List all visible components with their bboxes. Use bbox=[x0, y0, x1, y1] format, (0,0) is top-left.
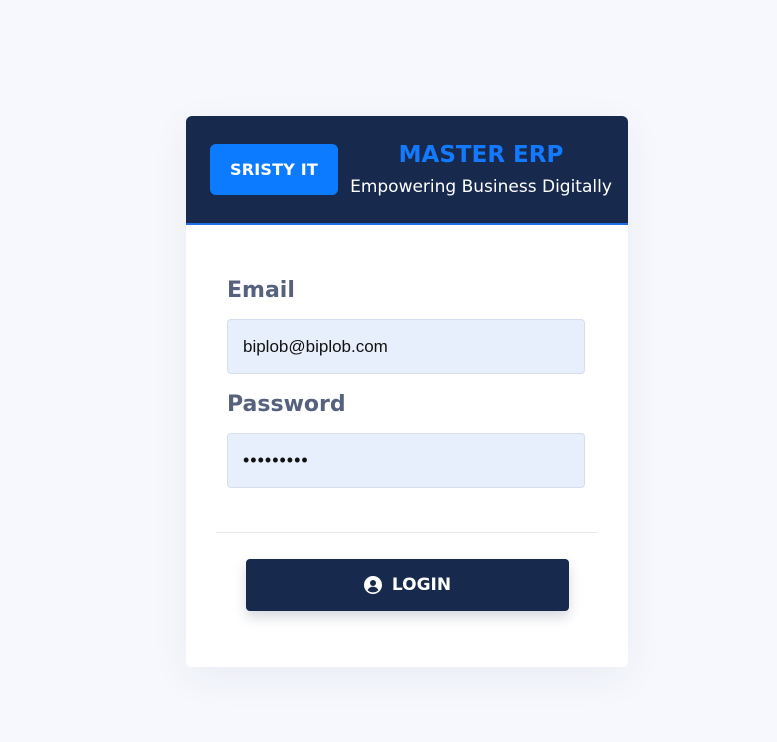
form-divider bbox=[216, 532, 598, 533]
email-field[interactable] bbox=[227, 319, 585, 374]
card-header: SRISTY IT MASTER ERP Empowering Business… bbox=[186, 116, 628, 225]
password-field[interactable] bbox=[227, 433, 585, 488]
login-button[interactable]: LOGIN bbox=[246, 559, 569, 611]
email-label: Email bbox=[227, 278, 295, 303]
login-button-label: LOGIN bbox=[391, 575, 452, 595]
brand-badge[interactable]: SRISTY IT bbox=[210, 144, 338, 195]
user-circle-icon bbox=[363, 576, 382, 594]
login-card: SRISTY IT MASTER ERP Empowering Business… bbox=[186, 116, 628, 667]
app-title: MASTER ERP bbox=[398, 142, 564, 168]
password-label: Password bbox=[227, 392, 346, 417]
app-tagline: Empowering Business Digitally bbox=[350, 177, 612, 197]
